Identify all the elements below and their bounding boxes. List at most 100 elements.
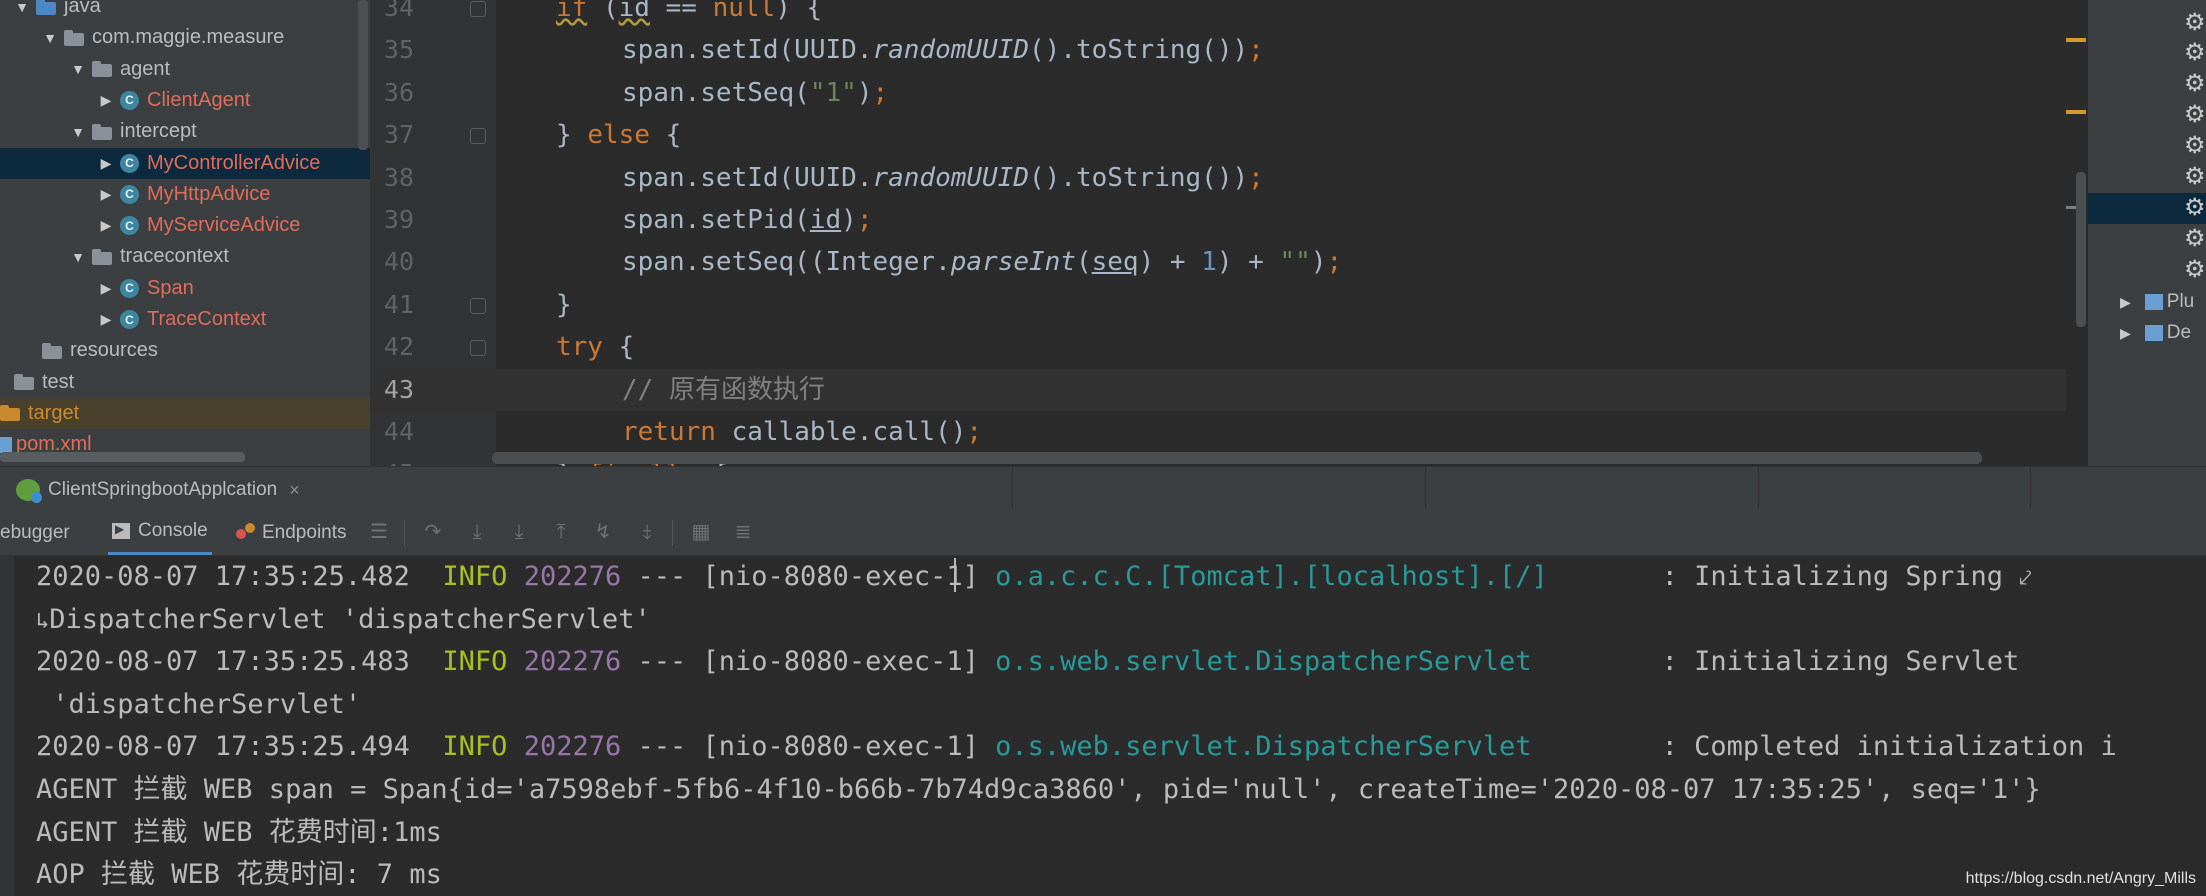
code-line[interactable]: 36 span.setSeq("1"); [370, 72, 2088, 114]
tree-item-mycontrolleradvice[interactable]: ▶ C MyControllerAdvice [0, 147, 370, 179]
show-execution-point-icon[interactable]: ↷ [420, 519, 446, 545]
code-text[interactable]: } [556, 284, 572, 326]
fold-marker-icon[interactable] [470, 1, 486, 17]
expand-arrow-icon[interactable]: ▶ [98, 311, 114, 328]
trace-icon[interactable]: ≣ [730, 519, 756, 545]
expand-arrow-icon[interactable]: ▶ [98, 155, 114, 172]
run-tab[interactable]: ClientSpringbootApplcation × [16, 473, 300, 507]
tree-item-test[interactable]: test [0, 367, 370, 398]
code-line[interactable]: 42 try { [370, 326, 2088, 368]
expand-arrow-icon[interactable]: ▶ [98, 280, 114, 297]
code-line[interactable]: 41} [370, 284, 2088, 326]
console-line[interactable]: 2020-08-07 17:35:25.482 INFO 202276 --- … [36, 556, 2032, 598]
tree-item-intercept[interactable]: ▼ intercept [0, 116, 370, 147]
collapse-arrow-icon[interactable]: ▼ [70, 249, 86, 265]
collapse-arrow-icon[interactable]: ▼ [70, 61, 86, 77]
console-line[interactable]: AOP 拦截 WEB 花费时间: 7 ms [36, 854, 442, 896]
force-step-icon[interactable]: ⤈ [634, 519, 660, 545]
code-text[interactable]: span.setId(UUID.randomUUID().toString())… [622, 157, 1264, 199]
dependencies-node[interactable]: ▶ De [2120, 319, 2206, 347]
code-editor[interactable]: 34 if (id == null) {35 span.setId(UUID.ran… [370, 0, 2088, 466]
code-line[interactable]: 34 if (id == null) { [370, 0, 2088, 29]
tree-item-myserviceadvice[interactable]: ▶ C MyServiceAdvice [0, 210, 370, 241]
code-line[interactable]: 40 span.setSeq((Integer.parseInt(seq) + 1… [370, 241, 2088, 283]
tree-item-label: target [28, 401, 80, 424]
step-over-icon[interactable]: ⤓ [464, 519, 490, 545]
log-message: : Initializing Servlet [1645, 646, 2020, 678]
gear-icon[interactable]: ⚙ [2184, 226, 2206, 252]
step-out-icon[interactable]: ⤒ [548, 519, 574, 545]
code-text[interactable]: // 原有函数执行 [622, 369, 825, 411]
code-line[interactable]: 43 // 原有函数执行 [370, 368, 2088, 411]
gear-icon[interactable]: ⚙ [2184, 195, 2206, 221]
tree-item-agent[interactable]: ▼ agent [0, 54, 370, 85]
code-text[interactable]: try { [556, 326, 634, 368]
tree-item-java[interactable]: ▼ java [0, 0, 370, 22]
code-text[interactable]: span.setSeq("1"); [622, 72, 888, 114]
fold-marker-icon[interactable] [470, 297, 486, 314]
menu-icon[interactable]: ☰ [366, 519, 392, 545]
expand-arrow-icon[interactable]: ▶ [98, 217, 114, 234]
evaluate-expression-icon[interactable]: ▦ [688, 519, 714, 545]
expand-arrow-icon[interactable]: ▶ [2120, 325, 2131, 342]
tree-horizontal-scrollbar[interactable] [0, 452, 245, 462]
console-line[interactable]: 2020-08-07 17:35:25.494 INFO 202276 --- … [36, 726, 2117, 768]
tree-item-resources[interactable]: resources [0, 335, 370, 366]
code-text[interactable]: return callable.call(); [622, 411, 982, 453]
gear-icon[interactable]: ⚙ [2184, 257, 2206, 283]
code-text[interactable]: } else { [556, 114, 681, 156]
warning-marker[interactable] [2066, 38, 2086, 42]
fold-marker-icon[interactable] [470, 340, 486, 357]
console-line[interactable]: ↳DispatcherServlet 'dispatcherServlet' [36, 599, 651, 641]
run-to-cursor-icon[interactable]: ↯ [590, 519, 616, 545]
log-timestamp: 2020-08-07 17:35:25.482 [36, 561, 410, 592]
tree-item-tracecontext[interactable]: ▼ tracecontext [0, 241, 370, 272]
gear-icon[interactable]: ⚙ [2184, 133, 2206, 159]
console-line[interactable]: AGENT 拦截 WEB span = Span{id='a7598ebf-5f… [36, 769, 2041, 811]
excluded-folder-icon [0, 405, 20, 422]
dependencies-label: De [2166, 322, 2192, 343]
tree-item-tracecontext[interactable]: ▶ C TraceContext [0, 304, 370, 335]
tree-item-com-maggie-measure[interactable]: ▼ com.maggie.measure [0, 22, 370, 53]
gear-icon[interactable]: ⚙ [2184, 164, 2206, 190]
expand-arrow-icon[interactable]: ▶ [98, 186, 114, 203]
code-line[interactable]: 44 return callable.call(); [370, 411, 2088, 453]
collapse-arrow-icon[interactable]: ▼ [14, 0, 30, 15]
warning-marker[interactable] [2066, 110, 2086, 114]
code-text[interactable]: span.setPid(id); [622, 199, 872, 241]
code-text[interactable]: span.setSeq((Integer.parseInt(seq) + 1) … [622, 241, 1342, 283]
gear-icon[interactable]: ⚙ [2184, 40, 2206, 66]
source-folder-icon [36, 0, 56, 15]
tree-item-target[interactable]: target [0, 397, 370, 429]
step-into-icon[interactable]: ⤓ [506, 519, 532, 545]
collapse-arrow-icon[interactable]: ▼ [42, 30, 58, 46]
code-line[interactable]: 35 span.setId(UUID.randomUUID().toString(… [370, 29, 2088, 71]
tree-item-span[interactable]: ▶ C Span [0, 273, 370, 304]
tab-console[interactable]: Console [108, 510, 212, 555]
gear-icon[interactable]: ⚙ [2184, 10, 2206, 36]
fold-marker-icon[interactable] [470, 128, 486, 145]
code-line[interactable]: 39 span.setPid(id); [370, 199, 2088, 241]
code-line[interactable]: 37} else { [370, 114, 2088, 156]
expand-arrow-icon[interactable]: ▶ [98, 92, 114, 109]
tree-item-clientagent[interactable]: ▶ C ClientAgent [0, 85, 370, 116]
code-text[interactable]: if (id == null) { [556, 0, 822, 29]
code-line[interactable]: 38 span.setId(UUID.randomUUID().toString(… [370, 157, 2088, 199]
gear-icon[interactable]: ⚙ [2184, 102, 2206, 128]
collapse-arrow-icon[interactable]: ▼ [70, 124, 86, 140]
plugins-node[interactable]: ▶ Plu [2120, 288, 2206, 316]
tree-item-myhttpadvice[interactable]: ▶ C MyHttpAdvice [0, 179, 370, 210]
tab-endpoints[interactable]: Endpoints [236, 510, 347, 555]
tree-vertical-scrollbar[interactable] [358, 0, 368, 150]
console-line[interactable]: AGENT 拦截 WEB 花费时间:1ms [36, 812, 442, 854]
console-output[interactable]: 2020-08-07 17:35:25.482 INFO 202276 --- … [0, 556, 2206, 896]
console-line[interactable]: 2020-08-07 17:35:25.483 INFO 202276 --- … [36, 641, 2019, 683]
editor-vertical-scrollbar[interactable] [2076, 172, 2086, 327]
code-text[interactable]: span.setId(UUID.randomUUID().toString())… [622, 29, 1264, 71]
gear-icon[interactable]: ⚙ [2184, 71, 2206, 97]
tab-debugger[interactable]: ebugger [0, 510, 70, 555]
console-line[interactable]: 'dispatcherServlet' [36, 684, 361, 726]
close-icon[interactable]: × [289, 480, 300, 501]
expand-arrow-icon[interactable]: ▶ [2120, 294, 2131, 311]
editor-horizontal-scrollbar[interactable] [492, 452, 1982, 464]
